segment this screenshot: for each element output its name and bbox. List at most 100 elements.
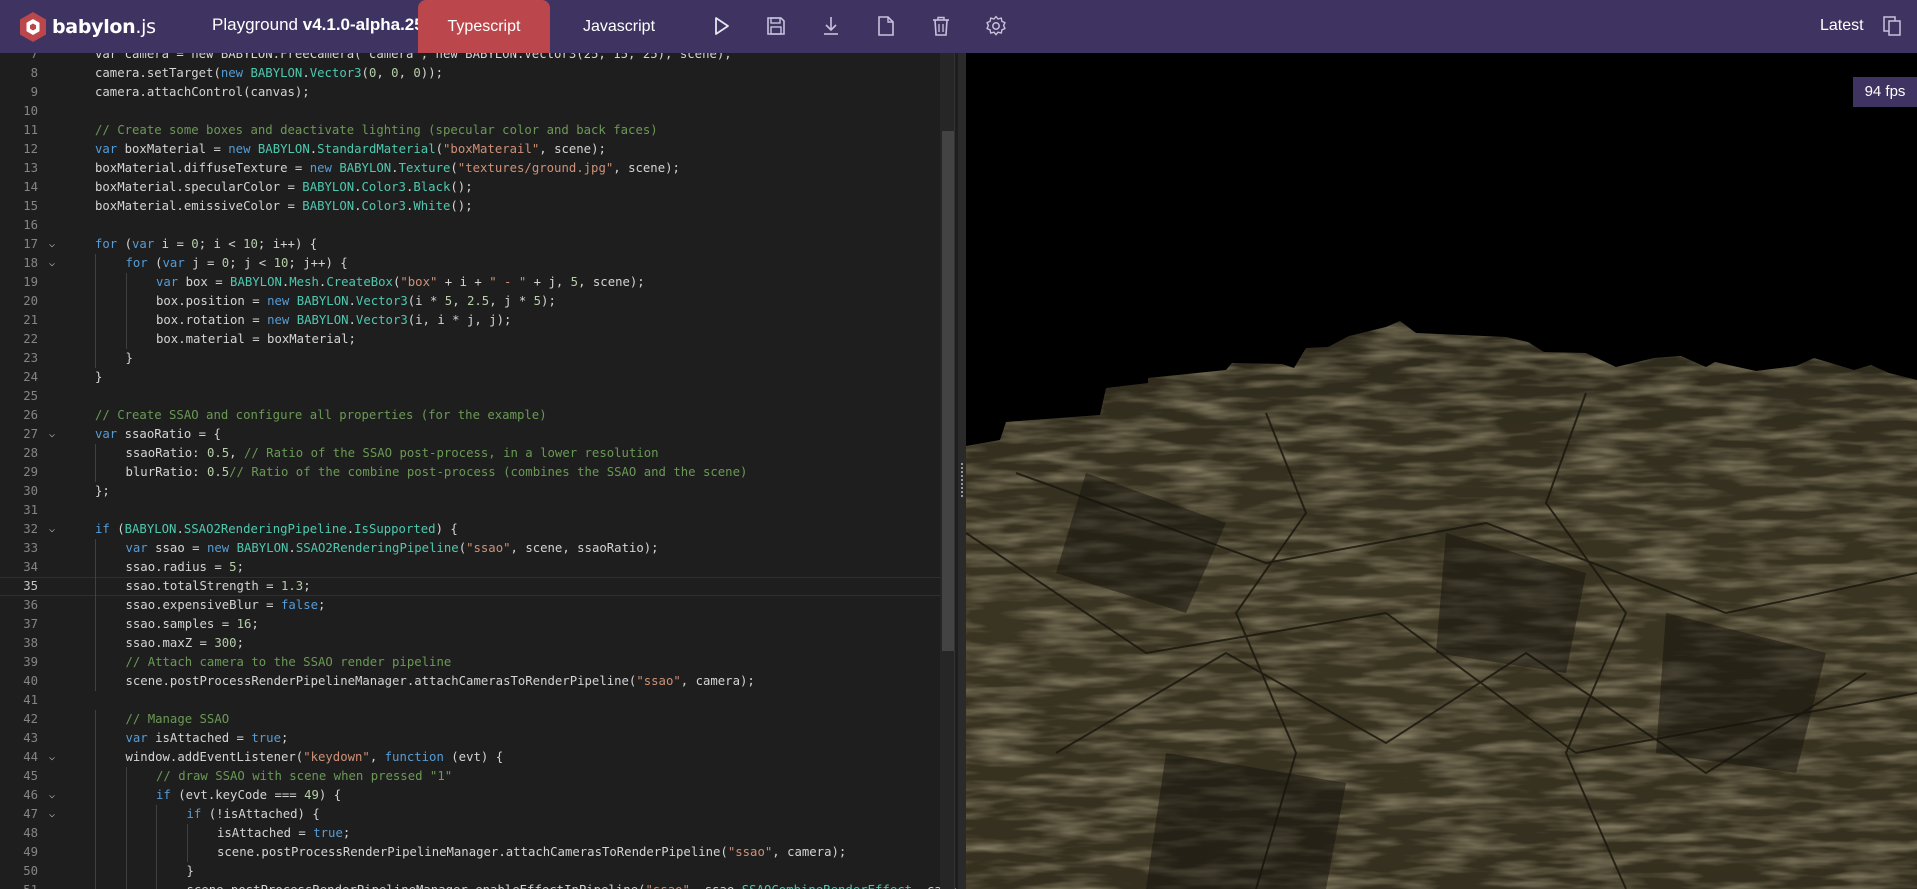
line-number: 10 — [23, 104, 38, 118]
code-line[interactable]: 15 boxMaterial.emissiveColor = BABYLON.Co… — [0, 197, 940, 216]
code-line[interactable]: 30}; — [0, 482, 940, 501]
settings-button[interactable] — [984, 14, 1008, 38]
indent-guide — [95, 634, 96, 653]
code-token: var — [95, 142, 118, 156]
code-line[interactable]: 13 boxMaterial.diffuseTexture = new BABYL… — [0, 159, 940, 178]
code-line[interactable]: 40 scene.postProcessRenderPipelineManager… — [0, 672, 940, 691]
copy-link-button[interactable] — [1881, 15, 1903, 37]
code-line[interactable]: 14 boxMaterial.specularColor = BABYLON.Co… — [0, 178, 940, 197]
code-line[interactable]: 19 var box = BABYLON.Mesh.CreateBox("box"… — [0, 273, 940, 292]
indent-guide — [95, 767, 96, 786]
code-token: (i, i * j, j); — [407, 313, 512, 327]
code-token: 10 — [273, 256, 289, 270]
code-line[interactable]: 41 — [0, 691, 940, 710]
save-button[interactable] — [764, 14, 788, 38]
code-text: ssao.radius = 5; — [126, 558, 244, 577]
fold-chevron-icon[interactable]: ⌵ — [46, 805, 58, 824]
code-editor[interactable]: 7 var camera = new BABYLON.FreeCamera("ca… — [0, 53, 966, 889]
code-line[interactable]: 49 scene.postProcessRenderPipelineManager… — [0, 843, 940, 862]
render-canvas[interactable]: 94 fps — [966, 53, 1917, 889]
download-button[interactable] — [819, 14, 843, 38]
code-token: White — [413, 199, 451, 213]
code-line[interactable]: 25 — [0, 387, 940, 406]
code-line[interactable]: 39 // Attach camera to the SSAO render pi… — [0, 653, 940, 672]
code-line[interactable]: 10 — [0, 102, 940, 121]
code-token: }; — [95, 484, 110, 498]
line-number: 25 — [23, 389, 38, 403]
line-number: 8 — [30, 66, 38, 80]
fold-chevron-icon[interactable]: ⌵ — [46, 786, 58, 805]
fold-chevron-icon[interactable]: ⌵ — [46, 254, 58, 273]
code-line[interactable]: 20 box.position = new BABYLON.Vector3(i *… — [0, 292, 940, 311]
code-line[interactable]: 34 ssao.radius = 5; — [0, 558, 940, 577]
code-line[interactable]: 7 var camera = new BABYLON.FreeCamera("ca… — [0, 53, 940, 64]
code-line[interactable]: 8 camera.setTarget(new BABYLON.Vector3(0,… — [0, 64, 940, 83]
tab-javascript[interactable]: Javascript — [550, 0, 688, 53]
code-line[interactable]: 51 scene.postProcessRenderPipelineManager… — [0, 881, 966, 889]
code-line[interactable]: 11 // Create some boxes and deactivate li… — [0, 121, 940, 140]
code-token: new — [267, 313, 290, 327]
code-line[interactable]: 35 ssao.totalStrength = 1.3; — [0, 577, 940, 596]
line-number: 42 — [23, 712, 38, 726]
clear-button[interactable] — [929, 14, 953, 38]
editor-scrollbar-thumb[interactable] — [942, 131, 954, 651]
code-token: Color3 — [361, 199, 406, 213]
code-line[interactable]: 17 ⌵ for (var i = 0; i < 10; i++) { — [0, 235, 940, 254]
indent-guide — [95, 862, 96, 881]
code-token: (); — [450, 199, 473, 213]
code-line[interactable]: 38 ssao.maxZ = 300; — [0, 634, 940, 653]
code-line[interactable]: 18 ⌵ for (var j = 0; j < 10; j++) { — [0, 254, 940, 273]
babylon-logo[interactable]: babylon.js — [18, 10, 156, 44]
code-line[interactable]: 44 ⌵ window.addEventListener("keydown", fu… — [0, 748, 940, 767]
code-line[interactable]: 48 isAttached = true; — [0, 824, 940, 843]
code-line[interactable]: 24} — [0, 368, 940, 387]
fold-chevron-icon[interactable]: ⌵ — [46, 425, 58, 444]
editor-overview-ruler — [954, 53, 955, 889]
code-line[interactable]: 22 box.material = boxMaterial; — [0, 330, 940, 349]
fold-chevron-icon[interactable]: ⌵ — [46, 520, 58, 539]
code-line[interactable]: 16 — [0, 216, 940, 235]
code-line[interactable]: 26 // Create SSAO and configure all prope… — [0, 406, 940, 425]
code-token: "ssao" — [636, 674, 681, 688]
fold-chevron-icon[interactable]: ⌵ — [46, 235, 58, 254]
run-button[interactable] — [709, 14, 733, 38]
code-token: ; — [303, 579, 311, 593]
code-line[interactable]: 42 // Manage SSAO — [0, 710, 940, 729]
code-line[interactable]: 36 ssao.expensiveBlur = false; — [0, 596, 940, 615]
code-token: } — [186, 864, 194, 878]
code-token: . — [354, 180, 362, 194]
fold-chevron-icon[interactable]: ⌵ — [46, 748, 58, 767]
line-number: 50 — [23, 864, 38, 878]
code-line[interactable]: 27 ⌵ var ssaoRatio = { — [0, 425, 940, 444]
tab-typescript[interactable]: Typescript — [418, 0, 550, 53]
code-token: + j, — [526, 275, 571, 289]
indent-guide — [95, 539, 96, 558]
code-token: , — [398, 66, 414, 80]
new-button[interactable] — [874, 14, 898, 38]
code-line[interactable]: 33 var ssao = new BABYLON.SSAO2RenderingP… — [0, 539, 940, 558]
code-line[interactable]: 37 ssao.samples = 16; — [0, 615, 940, 634]
splitter-grip-icon[interactable] — [961, 463, 963, 497]
code-line[interactable]: 29 blurRatio: 0.5// Ratio of the combine … — [0, 463, 940, 482]
code-line[interactable]: 43 var isAttached = true; — [0, 729, 940, 748]
code-token: camera.attachControl(canvas); — [95, 85, 310, 99]
code-token: " - " — [489, 275, 527, 289]
version-select[interactable]: Latest — [1820, 17, 1864, 35]
code-token: box.position = — [156, 294, 268, 308]
code-line[interactable]: 50} — [0, 862, 940, 881]
code-line[interactable]: 32 ⌵ if (BABYLON.SSAO2RenderingPipeline.Is… — [0, 520, 940, 539]
code-line[interactable]: 46 ⌵ if (evt.keyCode === 49) { — [0, 786, 940, 805]
code-line[interactable]: 21 box.rotation = new BABYLON.Vector3(i, … — [0, 311, 940, 330]
code-line[interactable]: 9 camera.attachControl(canvas); — [0, 83, 940, 102]
code-token: ; j++) { — [288, 256, 348, 270]
code-line[interactable]: 31 — [0, 501, 940, 520]
code-token: j = — [184, 256, 222, 270]
code-line[interactable]: 47 ⌵ if (!isAttached) { — [0, 805, 940, 824]
code-token: for — [95, 237, 118, 251]
code-line[interactable]: 28 ssaoRatio: 0.5, // Ratio of the SSAO p… — [0, 444, 940, 463]
code-line[interactable]: 45 // draw SSAO with scene when pressed "… — [0, 767, 940, 786]
code-token: ( — [117, 237, 133, 251]
code-line[interactable]: 23} — [0, 349, 940, 368]
code-line[interactable]: 12 var boxMaterial = new BABYLON.Standard… — [0, 140, 940, 159]
code-token: BABYLON — [250, 66, 303, 80]
